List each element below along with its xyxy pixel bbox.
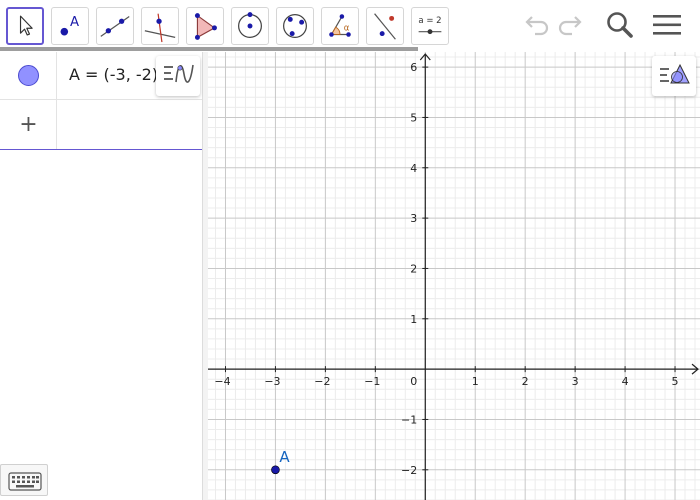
geogebra-app: A α a = 2 A = (-3, -2) + −4 −3 −2 −1 1 2… (0, 0, 700, 500)
slider-tool-label: a = 2 (418, 16, 441, 26)
angle-tool-label: α (344, 24, 350, 34)
angle-tool-button[interactable]: α (321, 7, 359, 45)
menu-icon (653, 15, 681, 35)
point-A[interactable] (271, 465, 280, 475)
line-through-points-icon (100, 16, 130, 37)
algebra-view: A = (-3, -2) + (0, 52, 203, 500)
grid-major (208, 52, 700, 500)
undo-button[interactable] (518, 8, 552, 42)
redo-button[interactable] (555, 8, 589, 42)
x-tick-label: 5 (672, 375, 679, 388)
x-tick-label: −3 (264, 375, 280, 388)
circle-center-icon (238, 12, 262, 38)
circle-three-points-icon (283, 14, 307, 38)
keyboard-icon (8, 472, 42, 491)
algebra-input-row[interactable]: + (0, 100, 202, 150)
y-tick-label: −1 (401, 413, 417, 426)
main-menu-button[interactable] (650, 8, 684, 42)
point-tool-button[interactable]: A (51, 7, 89, 45)
reflect-tool-button[interactable] (366, 7, 404, 45)
y-tick-label: 5 (410, 111, 417, 124)
reflect-about-line-icon (374, 13, 396, 40)
style-bar-triangle-icon (660, 63, 690, 84)
visibility-toggle-cell[interactable] (0, 52, 57, 99)
x-tick-label: −1 (364, 375, 380, 388)
x-tick-label: −2 (314, 375, 330, 388)
axes (208, 53, 699, 500)
y-tick-label: 3 (410, 212, 417, 225)
cursor-arrow-icon (19, 15, 33, 36)
graphics-style-bar-button[interactable] (652, 56, 696, 96)
toolbar: A α a = 2 (0, 0, 700, 51)
circle-center-point-tool-button[interactable] (231, 7, 269, 45)
undo-icon (525, 16, 549, 36)
slider-icon: a = 2 (418, 16, 442, 35)
line-tool-button[interactable] (96, 7, 134, 45)
search-icon (607, 12, 633, 38)
x-tick-label: −4 (214, 375, 230, 388)
algebra-style-bar-button[interactable] (156, 56, 200, 96)
algebra-item-definition[interactable]: A = (-3, -2) (69, 65, 158, 84)
move-tool-button[interactable] (6, 7, 44, 45)
x-tick-label: 3 (572, 375, 579, 388)
point-A-label[interactable]: A (279, 448, 290, 466)
y-tick-label: 6 (410, 61, 417, 74)
perpendicular-line-icon (144, 13, 176, 43)
coordinate-plane[interactable]: −4 −3 −2 −1 1 2 3 4 5 6 5 4 3 2 1 −1 −2 0 A (208, 52, 700, 500)
point-icon: A (60, 15, 79, 36)
y-tick-label: 1 (410, 313, 417, 326)
slider-tool-button[interactable]: a = 2 (411, 7, 449, 45)
plus-icon[interactable]: + (0, 100, 57, 150)
x-tick-label: 2 (522, 375, 529, 388)
y-tick-label: 4 (410, 162, 417, 175)
visibility-marble-icon[interactable] (18, 65, 39, 86)
origin-label: 0 (410, 375, 417, 388)
grid-minor (208, 52, 700, 500)
search-button[interactable] (603, 8, 637, 42)
toolbar-divider (0, 47, 418, 51)
input-plus-cell[interactable]: + (0, 100, 57, 149)
polygon-icon (194, 13, 217, 40)
circle-three-points-tool-button[interactable] (276, 7, 314, 45)
y-tick-label: 2 (410, 262, 417, 275)
x-tick-label: 1 (472, 375, 479, 388)
perpendicular-line-tool-button[interactable] (141, 7, 179, 45)
x-tick-label: 4 (622, 375, 629, 388)
angle-icon: α (329, 14, 351, 37)
graphics-view[interactable]: −4 −3 −2 −1 1 2 3 4 5 6 5 4 3 2 1 −1 −2 0 A (208, 52, 700, 500)
point-tool-label: A (70, 15, 79, 30)
redo-icon (558, 16, 582, 36)
style-bar-graph-icon (164, 64, 194, 83)
keyboard-toggle-button[interactable] (0, 464, 48, 496)
polygon-tool-button[interactable] (186, 7, 224, 45)
y-tick-label: −2 (401, 464, 417, 477)
